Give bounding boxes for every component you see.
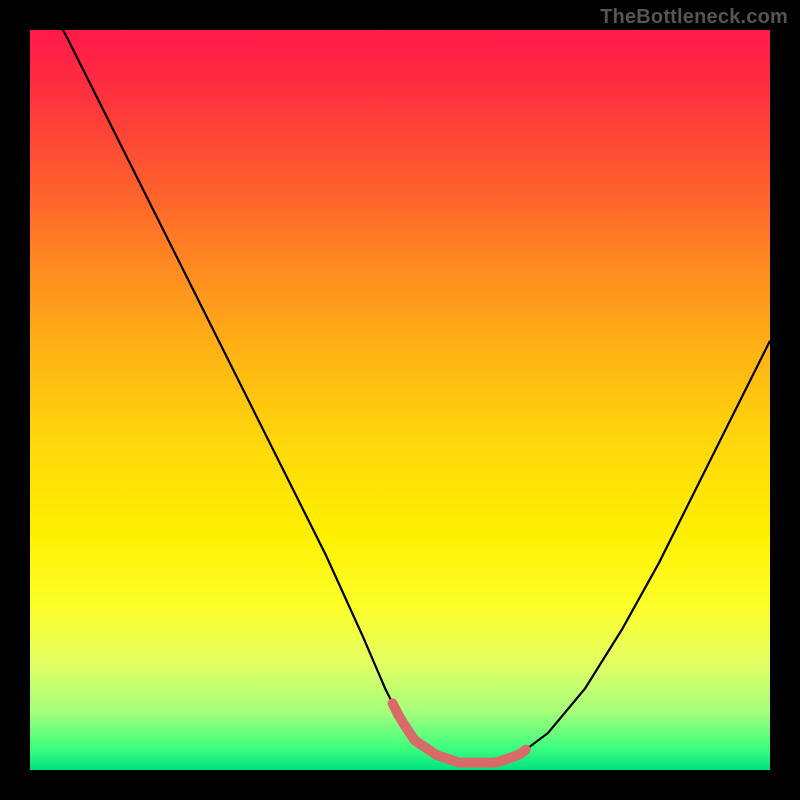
highlight-region [393,703,526,762]
chart-svg [30,30,770,770]
bottleneck-curve [30,30,770,763]
plot-area [30,30,770,770]
chart-container: TheBottleneck.com [0,0,800,800]
watermark-text: TheBottleneck.com [600,6,788,29]
